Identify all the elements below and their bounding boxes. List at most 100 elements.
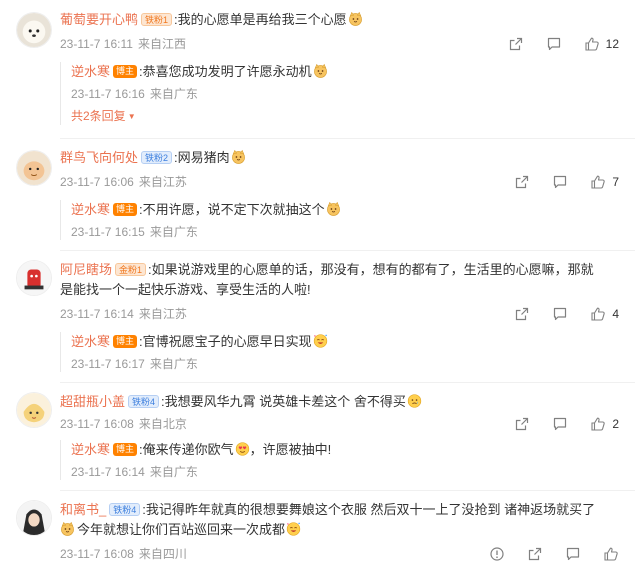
comment-text-line: 群鸟飞向何处 铁粉2:网易猪肉 (60, 148, 615, 168)
timestamp: 23-11-7 16:14 (60, 307, 134, 321)
like-count: 2 (612, 417, 619, 431)
like-button[interactable]: 2 (590, 416, 619, 432)
thumbs-up-icon (584, 36, 600, 52)
comment-actions: 2 (492, 416, 619, 432)
divider (60, 138, 635, 139)
thumbs-up-icon (590, 174, 606, 190)
comment-meta: 23-11-7 16:08 来自北京 (60, 416, 187, 432)
comment-text-line: 和离书_ 铁粉4:我记得昨年就真的很想要舞娘这个衣服 然后双十一上了没抢到 诸神返… (60, 500, 615, 540)
avatar[interactable] (16, 12, 52, 48)
reply-text-line: 逆水寒 博主:俺来传递你欧气 ，许愿被抽中! (71, 440, 340, 460)
comment-button[interactable] (565, 546, 581, 562)
fan-badge[interactable]: 铁粉4 (128, 395, 160, 409)
username[interactable]: 和离书_ (60, 502, 106, 517)
reply-box: 逆水寒 博主:不用许愿，说不定下次就抽这个 23-11-7 16:15 来自广东 (60, 200, 340, 240)
cat-emoji-icon (326, 201, 341, 216)
reply-username[interactable]: 逆水寒 (71, 442, 110, 457)
username[interactable]: 葡萄要开心鸭 (60, 12, 138, 27)
location: 来自四川 (138, 547, 187, 561)
reply-text-line: 逆水寒 博主:官博祝愿宝子的心愿早日实现 (71, 332, 340, 352)
share-button[interactable] (508, 36, 524, 52)
avatar[interactable] (16, 392, 52, 428)
reply-text: :恭喜您成功发明了许愿永动机 (139, 64, 312, 79)
share-button[interactable] (514, 174, 530, 190)
reply-box: 逆水寒 博主:官博祝愿宝子的心愿早日实现 23-11-7 16:17 来自广东 (60, 332, 340, 372)
cat-emoji-icon (348, 11, 363, 26)
comment-meta: 23-11-7 16:06 来自江苏 (60, 174, 187, 190)
comment-text-continued: 是能找一个一起快乐游戏、享受生活的人啦! (60, 282, 311, 297)
avatar[interactable] (16, 500, 52, 536)
reply-timestamp: 23-11-7 16:16 (71, 87, 145, 101)
comment-actions: 12 (486, 36, 619, 52)
thumbs-up-icon (603, 546, 619, 562)
like-button[interactable] (603, 546, 619, 562)
reply-timestamp: 23-11-7 16:14 (71, 465, 145, 479)
divider (60, 490, 635, 491)
reply-text-line: 逆水寒 博主:不用许愿，说不定下次就抽这个 (71, 200, 340, 220)
comment-text-continued: 今年就想让你们百站巡回来一次成都 (77, 522, 286, 537)
username[interactable]: 群鸟飞向何处 (60, 150, 138, 165)
reply-username[interactable]: 逆水寒 (71, 334, 110, 349)
like-button[interactable]: 12 (584, 36, 619, 52)
avatar[interactable] (16, 260, 52, 296)
location: 来自北京 (138, 417, 187, 431)
caret-down-icon: ▼ (127, 112, 136, 121)
timestamp: 23-11-7 16:08 (60, 417, 134, 431)
share-icon (514, 416, 530, 432)
username[interactable]: 阿尼瞎场 (60, 262, 112, 277)
heart-eyes-emoji-icon (235, 441, 250, 456)
reply-timestamp: 23-11-7 16:15 (71, 225, 145, 239)
reply-location: 来自广东 (149, 87, 198, 101)
reply-location: 来自广东 (149, 357, 198, 371)
comment-button[interactable] (552, 306, 568, 322)
cat-emoji-icon (231, 149, 246, 164)
share-button[interactable] (514, 416, 530, 432)
share-button[interactable] (527, 546, 543, 562)
owner-badge: 博主 (113, 335, 138, 349)
reply-location: 来自广东 (149, 225, 198, 239)
location: 来自江苏 (138, 307, 187, 321)
party-emoji-icon (286, 521, 301, 536)
timestamp: 23-11-7 16:06 (60, 175, 134, 189)
like-count: 12 (605, 37, 619, 51)
report-button[interactable] (489, 546, 505, 562)
reply-username[interactable]: 逆水寒 (71, 202, 110, 217)
reply-meta: 23-11-7 16:16 来自广东 (71, 86, 340, 102)
thumbs-up-icon (590, 416, 606, 432)
fan-badge[interactable]: 金粉1 (115, 263, 147, 277)
reply-text-continued: ，许愿被抽中! (249, 442, 332, 457)
comment-actions: 4 (492, 306, 619, 322)
like-button[interactable]: 4 (590, 306, 619, 322)
reply-username[interactable]: 逆水寒 (71, 64, 110, 79)
comment-text-line: 葡萄要开心鸭 铁粉1:我的心愿单是再给我三个心愿 (60, 10, 615, 30)
comment-meta: 23-11-7 16:08 来自四川 (60, 546, 187, 562)
comment-meta: 23-11-7 16:14 来自江苏 (60, 306, 187, 322)
location: 来自江苏 (138, 175, 187, 189)
share-button[interactable] (514, 306, 530, 322)
share-icon (514, 174, 530, 190)
comment-button[interactable] (546, 36, 562, 52)
comment-text: :我想要风华九霄 说英雄卡差这个 舍不得买 (161, 394, 406, 409)
fan-badge[interactable]: 铁粉2 (141, 151, 173, 165)
share-icon (508, 36, 524, 52)
comment-button[interactable] (552, 174, 568, 190)
like-count: 4 (612, 307, 619, 321)
more-replies-link[interactable]: 共2条回复 ▼ (71, 108, 340, 125)
share-icon (514, 306, 530, 322)
reply-meta: 23-11-7 16:14 来自广东 (71, 464, 340, 480)
avatar[interactable] (16, 150, 52, 186)
comment-icon (565, 546, 581, 562)
comment-button[interactable] (552, 416, 568, 432)
username[interactable]: 超甜瓶小盖 (60, 394, 125, 409)
like-button[interactable]: 7 (590, 174, 619, 190)
timestamp: 23-11-7 16:11 (60, 37, 133, 51)
reply-text-line: 逆水寒 博主:恭喜您成功发明了许愿永动机 (71, 62, 340, 82)
fan-badge[interactable]: 铁粉4 (109, 503, 141, 517)
location: 来自江西 (137, 37, 186, 51)
comment-actions (467, 546, 619, 562)
comment-icon (552, 416, 568, 432)
like-count: 7 (612, 175, 619, 189)
comment-icon (552, 174, 568, 190)
divider (60, 382, 635, 383)
fan-badge[interactable]: 铁粉1 (141, 13, 173, 27)
